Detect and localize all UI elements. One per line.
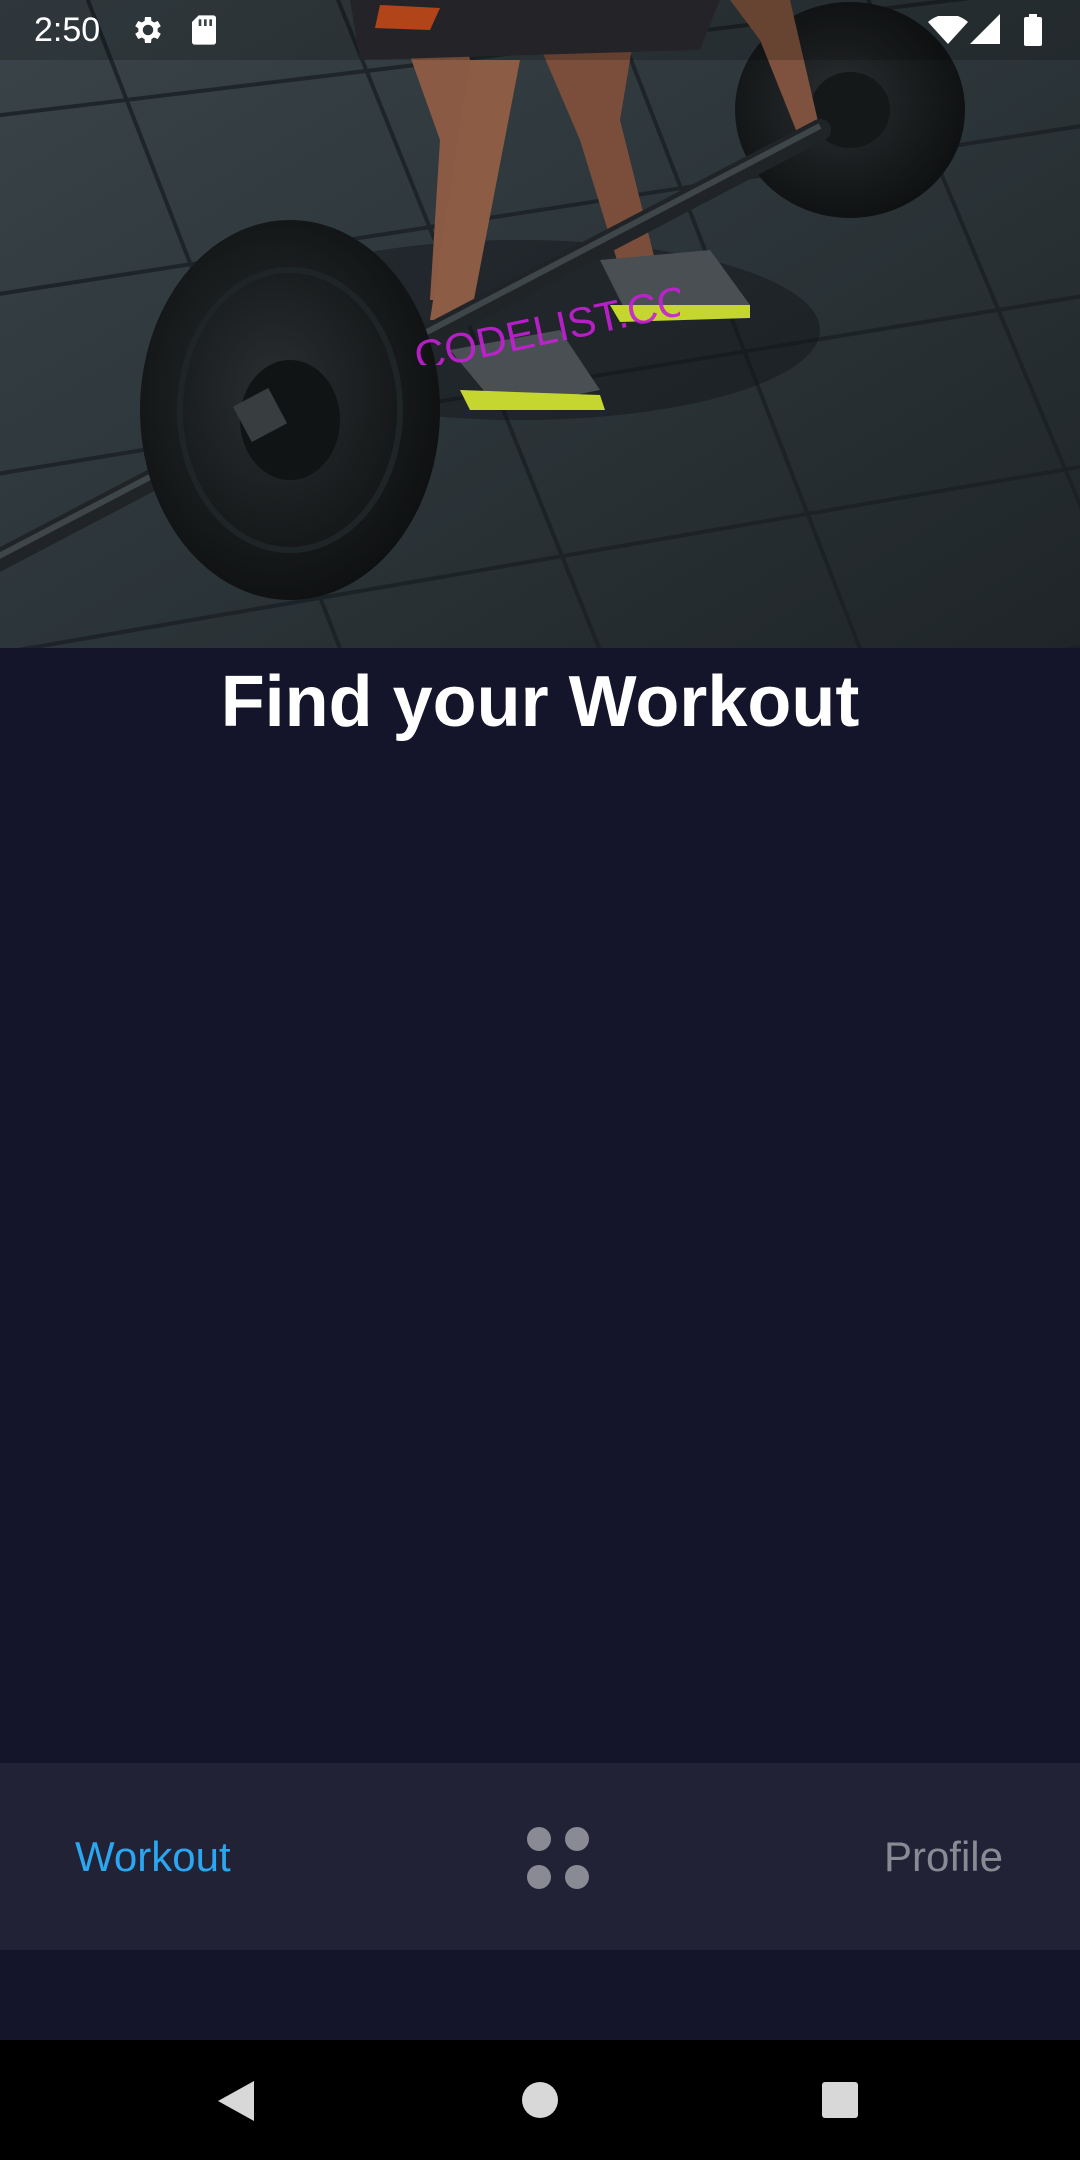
app-screen: CODELIST.CC 2:50 Find your Workout Worko… — [0, 0, 1080, 2160]
sd-card-icon — [192, 15, 216, 45]
page-title: Find your Workout — [220, 662, 860, 742]
home-icon[interactable] — [522, 2082, 558, 2118]
back-icon[interactable] — [218, 2081, 254, 2121]
recents-icon[interactable] — [822, 2082, 858, 2118]
status-time: 2:50 — [34, 11, 101, 49]
watermark-logo: CODELIST.CC — [410, 277, 680, 365]
tab-profile[interactable]: Profile — [884, 1763, 1003, 1950]
battery-icon — [1024, 14, 1042, 46]
status-bar: 2:50 — [0, 0, 1080, 60]
tab-workout[interactable]: Workout — [75, 1763, 231, 1950]
bottom-navigation: Workout Profile — [0, 1763, 1080, 1950]
wifi-icon — [928, 16, 968, 44]
grid-dots-icon[interactable] — [525, 1825, 591, 1891]
signal-icon — [970, 14, 1000, 44]
gear-icon — [135, 16, 161, 44]
svg-text:CODELIST.CC: CODELIST.CC — [410, 277, 680, 365]
